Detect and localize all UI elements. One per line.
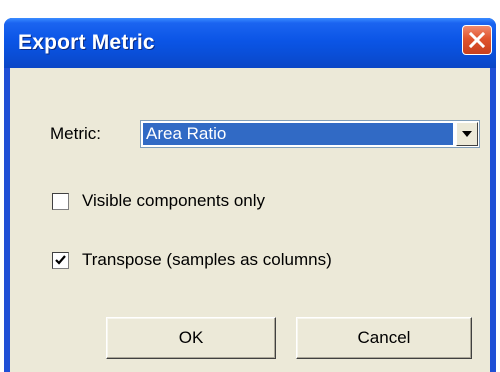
dialog-title: Export Metric [18,31,155,54]
visible-only-label[interactable]: Visible components only [82,191,265,211]
transpose-checkbox[interactable] [52,252,69,269]
transpose-label[interactable]: Transpose (samples as columns) [82,250,332,270]
chevron-down-icon [462,131,472,137]
ok-button[interactable]: OK [106,317,276,359]
metric-selected-value: Area Ratio [143,123,453,145]
metric-label: Metric: [50,124,101,143]
dialog-body: Metric: Area Ratio Visible components on… [10,68,490,372]
close-button[interactable] [462,25,492,55]
cancel-button[interactable]: Cancel [296,317,472,359]
export-metric-dialog: Export Metric Metric: Area Ratio Visible… [4,18,496,372]
metric-dropdown[interactable]: Area Ratio [140,120,480,148]
dropdown-arrow-button[interactable] [456,122,478,146]
visible-only-checkbox[interactable] [52,193,69,210]
title-bar[interactable]: Export Metric [4,18,496,68]
checkmark-icon [55,255,66,265]
close-icon [469,32,485,48]
